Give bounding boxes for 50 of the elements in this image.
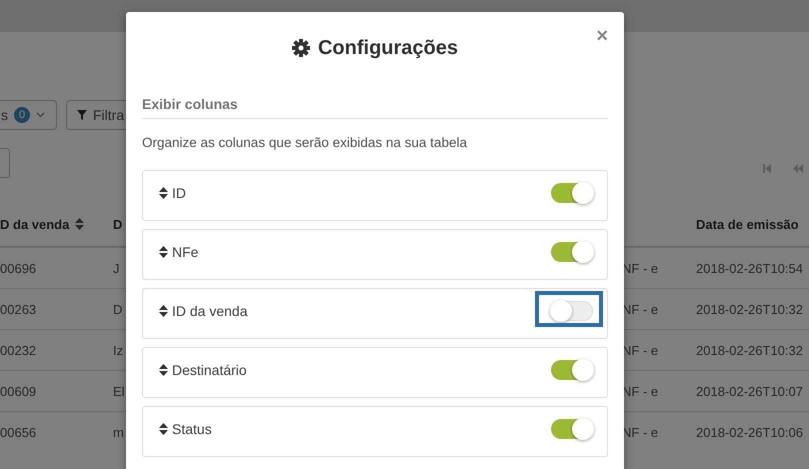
table-cell-text: 00232: [0, 342, 38, 358]
column-label: ID da venda: [172, 303, 248, 319]
table-cell-text: 00696: [0, 260, 38, 276]
table-cell-text: J: [113, 260, 120, 276]
column-label: Destinatário: [172, 362, 247, 378]
toggle-switch[interactable]: [551, 242, 593, 262]
section-heading: Exibir colunas: [142, 96, 608, 119]
sort-icon: [159, 246, 168, 258]
sort-icon: [159, 364, 168, 376]
column-item[interactable]: Status: [142, 406, 608, 457]
table-cell-text: 2018-02-26T10:32: [696, 342, 804, 358]
sort-icon: [159, 423, 168, 435]
close-button[interactable]: ×: [596, 26, 608, 46]
gear-icon: [292, 39, 310, 57]
column-header[interactable]: Data de emissão: [696, 216, 809, 232]
count-badge: 0: [14, 107, 30, 123]
column-item[interactable]: NFe: [142, 229, 608, 280]
column-label: ID: [172, 185, 186, 201]
column-label: NFe: [172, 244, 198, 260]
table-cell-text: 2018-02-26T10:06: [696, 424, 804, 440]
column-header[interactable]: D: [113, 216, 126, 232]
column-item[interactable]: ID: [142, 170, 608, 221]
toggle-switch[interactable]: [551, 183, 593, 203]
description: Organize as colunas que serão exibidas na sua tabela: [142, 135, 468, 150]
column-header[interactable]: D da venda: [0, 216, 113, 232]
table-cell-text: 00656: [0, 424, 38, 440]
sort-icon: [159, 305, 168, 317]
table-cell-text: 2018-02-26T10:07: [696, 384, 804, 398]
toggle-switch[interactable]: [551, 419, 593, 439]
table-cell: El: [113, 384, 126, 398]
table-cell-text: 2018-02-26T10:54: [696, 260, 804, 276]
filter-icon: [77, 110, 87, 120]
table-cell-text: Iz: [113, 342, 124, 358]
table-cell-text: 00609: [0, 384, 38, 398]
first-page-icon[interactable]: [763, 164, 771, 173]
sort-icon: [75, 218, 84, 230]
dialog-title: Configurações: [318, 36, 458, 60]
table-cell-text: m: [113, 424, 125, 440]
sort-icon: [159, 187, 168, 199]
previous-page-icon[interactable]: [793, 164, 803, 173]
column-item[interactable]: ID da venda: [142, 288, 608, 339]
toggle-switch[interactable]: [551, 360, 593, 380]
table-cell-text: D: [113, 302, 124, 316]
column-label: Status: [172, 421, 212, 437]
columns-button[interactable]: s 0: [0, 100, 57, 130]
column-item[interactable]: Destinatário: [142, 347, 608, 398]
chevron-down-icon: [36, 112, 45, 118]
toggle-switch[interactable]: [551, 301, 593, 321]
table-cell-text: 2018-02-26T10:32: [696, 302, 804, 316]
table-cell-text: 00263: [0, 302, 38, 316]
